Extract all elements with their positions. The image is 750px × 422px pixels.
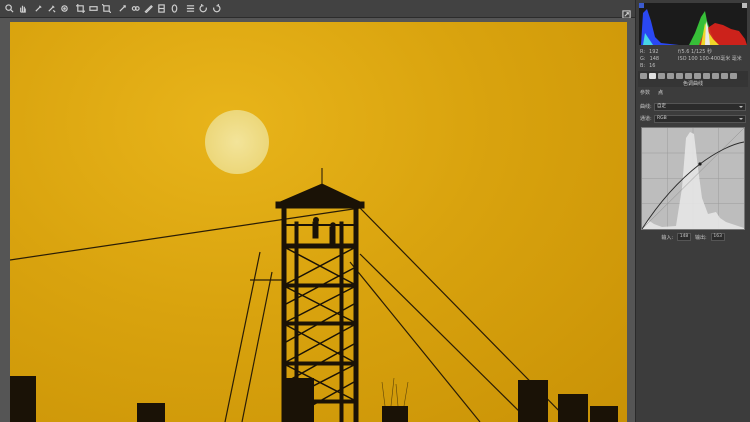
r-label: R: (640, 49, 646, 55)
red-eye-icon[interactable] (130, 4, 140, 14)
r-value: 192 (649, 49, 659, 55)
zoom-icon[interactable] (4, 4, 14, 14)
shadow-clipping-icon[interactable] (639, 3, 644, 8)
curve-point (698, 162, 702, 166)
channel-label: 通道: (640, 116, 652, 122)
input-output-row: 输入: 148 输出: 163 (640, 233, 746, 241)
pixel-readout: R: 192 G: 148 B: 16 f/5.6 1/125 秒 ISO 100 1… (640, 49, 748, 71)
rotate-right-icon[interactable] (211, 4, 221, 14)
tab-tone-curve-icon[interactable] (649, 72, 656, 79)
target-adjust-icon[interactable] (59, 4, 69, 14)
camera-info-line1: f/5.6 1/125 秒 (678, 49, 712, 55)
curve-preset-row: 曲线: 自定 (640, 102, 746, 111)
tab-camera-calibration-icon[interactable] (703, 72, 710, 79)
b-value: 16 (649, 63, 656, 69)
graduated-filter-icon[interactable] (156, 4, 166, 14)
channel-select[interactable]: RGB (654, 114, 746, 123)
curve-preset-select[interactable]: 自定 (654, 102, 746, 111)
tab-lens-icon[interactable] (685, 72, 692, 79)
b-label: B: (640, 63, 646, 69)
output-label: 输出: (695, 234, 707, 241)
tab-hsl-icon[interactable] (667, 72, 674, 79)
channel-row: 通道: RGB (640, 114, 746, 123)
straighten-icon[interactable] (88, 4, 98, 14)
curve-sub-tabs: 参数 点 (640, 89, 663, 97)
tab-snapshots-icon[interactable] (721, 72, 728, 79)
adjustment-brush-icon[interactable] (143, 4, 153, 14)
tab-effects-icon[interactable] (694, 72, 701, 79)
fullscreen-icon[interactable] (622, 4, 632, 19)
transform-icon[interactable] (101, 4, 111, 14)
spot-removal-icon[interactable] (117, 4, 127, 14)
image-canvas[interactable] (0, 18, 635, 422)
preferences-icon[interactable] (185, 4, 195, 14)
photo-preview[interactable] (10, 22, 627, 422)
output-field[interactable]: 163 (710, 233, 725, 241)
tab-basic-icon[interactable] (640, 72, 647, 79)
panel-menu-icon[interactable] (730, 72, 737, 79)
input-field[interactable]: 148 (677, 233, 691, 241)
highlight-clipping-icon[interactable] (742, 3, 747, 8)
tone-curve-editor[interactable] (641, 127, 745, 230)
tab-split-toning-icon[interactable] (676, 72, 683, 79)
chimneys (10, 376, 618, 422)
input-label: 输入: (661, 234, 673, 241)
sun (205, 110, 269, 174)
camera-info-line2: ISO 100 100-400毫米 毫米 (678, 56, 742, 62)
g-label: G: (640, 56, 646, 62)
white-balance-icon[interactable] (33, 4, 43, 14)
panel-tabs (638, 71, 748, 80)
side-panel: R: 192 G: 148 B: 16 f/5.6 1/125 秒 ISO 100 1… (635, 0, 750, 422)
people (312, 217, 336, 244)
grass (381, 377, 409, 407)
tab-detail-icon[interactable] (658, 72, 665, 79)
tab-presets-icon[interactable] (712, 72, 719, 79)
crop-icon[interactable] (75, 4, 85, 14)
tab-point[interactable]: 点 (658, 89, 663, 97)
color-sampler-icon[interactable] (46, 4, 56, 14)
tab-parametric[interactable]: 参数 (640, 89, 650, 97)
panel-title: 色调曲线 (638, 80, 748, 87)
rotate-left-icon[interactable] (198, 4, 208, 14)
histogram (639, 3, 747, 45)
hand-icon[interactable] (17, 4, 27, 14)
photo-silhouette (10, 110, 618, 422)
toolbar (0, 0, 635, 18)
g-value: 148 (649, 56, 660, 62)
radial-filter-icon[interactable] (169, 4, 179, 14)
curve-preset-label: 曲线: (640, 104, 652, 110)
